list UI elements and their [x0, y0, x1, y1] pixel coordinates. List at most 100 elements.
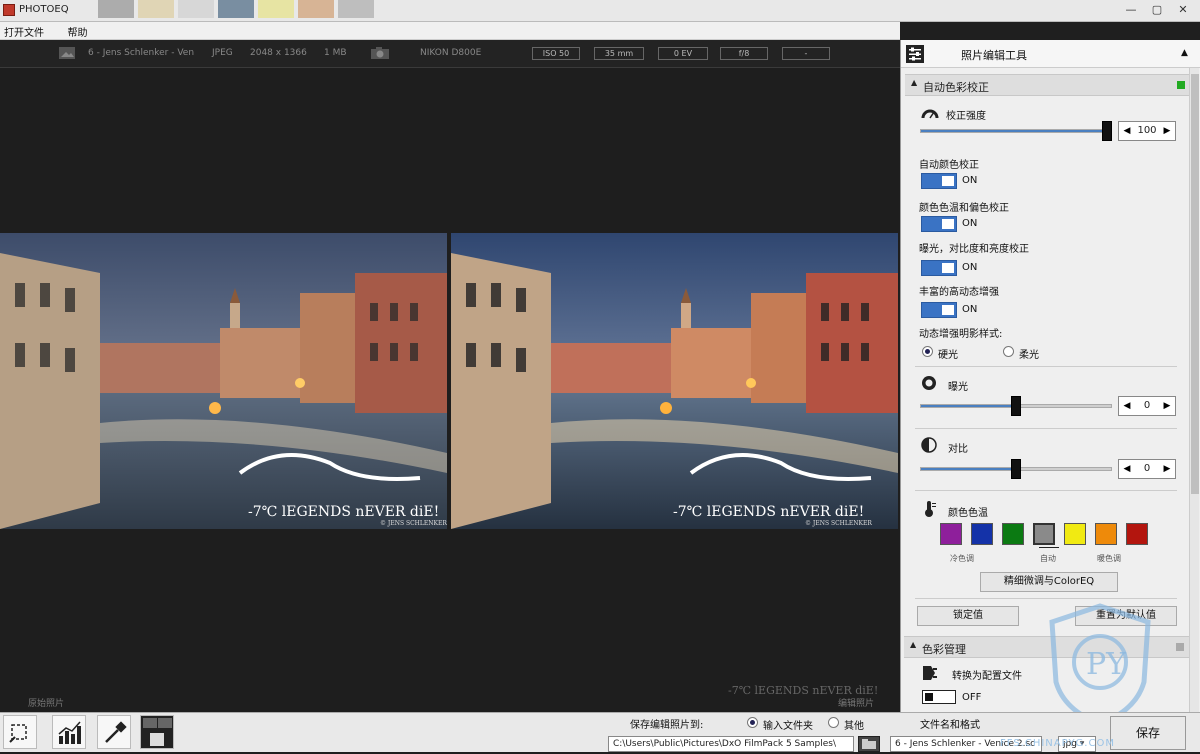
- divider: [915, 428, 1177, 429]
- contrast-fill: [921, 468, 1016, 470]
- color-swatch[interactable]: [1064, 523, 1086, 545]
- menu-bar: 打开文件 帮助: [0, 22, 900, 40]
- fine-tune-button[interactable]: 精细微调与ColorEQ: [980, 572, 1118, 592]
- site-watermark: FFS.CHINAPYG.COM: [1000, 738, 1115, 749]
- original-photo[interactable]: -7℃ lEGENDS nEVER diE! © JENS SCHLENKER: [0, 233, 447, 529]
- thumbnail[interactable]: [178, 0, 214, 18]
- split-view-icon: [143, 718, 172, 746]
- title-bar: PHOTOEQ — ▢ ✕: [0, 0, 1200, 22]
- save-button[interactable]: 保存: [1110, 716, 1186, 750]
- radio-other-folder-label: 其他: [844, 721, 864, 732]
- hdr-toggle[interactable]: [921, 302, 957, 318]
- thumbnail[interactable]: [338, 0, 374, 18]
- color-swatch[interactable]: [1095, 523, 1117, 545]
- increment-icon[interactable]: ▶: [1161, 460, 1173, 478]
- menu-open-file[interactable]: 打开文件: [0, 22, 48, 39]
- toggle-label-exposure: 曝光，对比度和亮度校正: [919, 244, 1029, 255]
- color-swatch[interactable]: [971, 523, 993, 545]
- exposure-fill: [921, 405, 1016, 407]
- compare-view-button[interactable]: [140, 715, 174, 749]
- auto-color-section-header[interactable]: ▲ 自动色彩校正: [905, 74, 1191, 96]
- edited-caption: 编辑照片: [838, 699, 875, 709]
- eyedropper-button[interactable]: [97, 715, 131, 749]
- swatch-selection-line: [1039, 547, 1059, 548]
- radio-other-folder[interactable]: [828, 717, 839, 728]
- crop-icon: [9, 724, 27, 743]
- convert-profile-toggle[interactable]: [922, 690, 956, 704]
- histogram-button[interactable]: [52, 715, 86, 749]
- scrollbar-thumb[interactable]: [1191, 74, 1199, 494]
- auto-caption: 自动: [1040, 554, 1056, 563]
- app-title: PHOTOEQ: [19, 4, 69, 15]
- ev-badge: 0 EV: [658, 47, 708, 60]
- minimize-button[interactable]: —: [1120, 2, 1142, 18]
- thumbnail[interactable]: [138, 0, 174, 18]
- warm-caption: 暖色调: [1097, 554, 1121, 563]
- thumbnail[interactable]: [258, 0, 294, 18]
- photo-credit: © JENS SCHLENKER: [805, 520, 872, 527]
- divider: [915, 598, 1177, 599]
- aperture-badge: f/8: [720, 47, 768, 60]
- contrast-knob[interactable]: [1011, 459, 1021, 479]
- decrement-icon[interactable]: ◀: [1121, 397, 1133, 415]
- radio-soft-light[interactable]: [1003, 346, 1014, 357]
- svg-text:PY: PY: [1086, 647, 1127, 682]
- exposure-spinner[interactable]: ◀ 0 ▶: [1118, 396, 1176, 416]
- menu-help[interactable]: 帮助: [64, 22, 92, 39]
- thumbnail[interactable]: [298, 0, 334, 18]
- decrement-icon[interactable]: ◀: [1121, 122, 1133, 140]
- radio-hard-light-label: 硬光: [938, 350, 958, 361]
- cold-caption: 冷色调: [950, 554, 974, 563]
- contrast-value: 0: [1143, 463, 1151, 474]
- color-swatch[interactable]: [1033, 523, 1055, 545]
- file-name: 6 - Jens Schlenker - Ven: [88, 48, 195, 58]
- auto-color-toggle[interactable]: [921, 173, 957, 189]
- watermark-text: -7℃ lEGENDS nEVER diE!: [673, 504, 865, 520]
- decrement-icon[interactable]: ◀: [1121, 460, 1133, 478]
- taskbar-thumbnails: [98, 0, 568, 20]
- exposure-correction-toggle[interactable]: [921, 260, 957, 276]
- thumbnail[interactable]: [98, 0, 134, 18]
- strength-value: 100: [1137, 125, 1157, 136]
- photo-credit: © JENS SCHLENKER: [380, 520, 447, 527]
- output-path-field[interactable]: C:\Users\Public\Pictures\DxO FilmPack 5 …: [608, 736, 854, 752]
- increment-icon[interactable]: ▶: [1161, 122, 1173, 140]
- thumbnail[interactable]: [218, 0, 254, 18]
- color-temp-toggle[interactable]: [921, 216, 957, 232]
- camera-icon: [371, 47, 389, 59]
- folder-icon: [862, 739, 876, 749]
- edited-photo[interactable]: -7℃ lEGENDS nEVER diE! © JENS SCHLENKER: [451, 233, 898, 529]
- strength-knob[interactable]: [1102, 121, 1112, 141]
- image-info-bar: 6 - Jens Schlenker - Ven JPEG 2048 x 136…: [0, 40, 900, 68]
- chart-icon: [58, 721, 81, 744]
- panel-scrollbar[interactable]: [1189, 68, 1199, 712]
- color-swatch[interactable]: [1126, 523, 1148, 545]
- strength-slider[interactable]: [920, 129, 1106, 133]
- exposure-icon: [922, 376, 936, 390]
- color-swatch[interactable]: [940, 523, 962, 545]
- color-swatch[interactable]: [1002, 523, 1024, 545]
- contrast-spinner[interactable]: ◀ 0 ▶: [1118, 459, 1176, 479]
- chevron-up-icon[interactable]: ▲: [1181, 48, 1188, 58]
- exposure-knob[interactable]: [1011, 396, 1021, 416]
- lock-values-button[interactable]: 锁定值: [917, 606, 1019, 626]
- file-format: JPEG: [212, 48, 233, 58]
- radio-soft-light-label: 柔光: [1019, 350, 1039, 361]
- toggle-label-auto-color: 自动颜色校正: [919, 160, 979, 171]
- contrast-icon: [921, 437, 937, 453]
- radio-hard-light[interactable]: [922, 346, 933, 357]
- strength-spinner[interactable]: ◀ 100 ▶: [1118, 121, 1176, 141]
- style-label: 动态增强明影样式:: [919, 329, 1003, 340]
- pyg-shield-logo: PY: [1049, 603, 1151, 727]
- close-button[interactable]: ✕: [1172, 2, 1194, 18]
- radio-input-folder[interactable]: [747, 717, 758, 728]
- maximize-button[interactable]: ▢: [1146, 2, 1168, 18]
- toggle-label-hdr: 丰富的高动态增强: [919, 287, 999, 298]
- exposure-correction-state: ON: [962, 262, 978, 273]
- browse-folder-button[interactable]: [858, 736, 880, 752]
- crop-tool-button[interactable]: [3, 715, 37, 749]
- app-icon: [3, 4, 15, 16]
- toggle-label-color-temp: 颜色色温和偏色校正: [919, 203, 1009, 214]
- increment-icon[interactable]: ▶: [1161, 397, 1173, 415]
- collapse-triangle-icon: ▲: [910, 640, 917, 649]
